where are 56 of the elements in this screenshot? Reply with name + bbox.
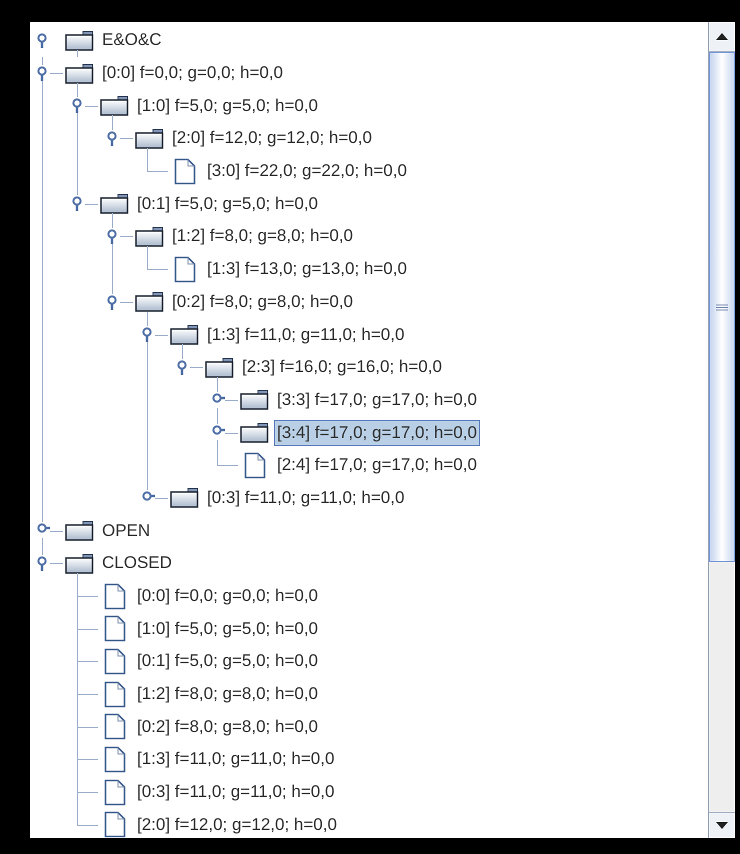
tree-node-label[interactable]: [2:3] f=16,0; g=16,0; h=0,0 bbox=[239, 354, 445, 380]
document-icon bbox=[104, 680, 126, 708]
tree-node-label[interactable]: [0:1] f=5,0; g=5,0; h=0,0 bbox=[134, 190, 322, 217]
tree-node-label[interactable]: [1:3] f=13,0; g=13,0; h=0,0 bbox=[204, 256, 410, 282]
folder-icon bbox=[205, 356, 234, 378]
tree-node-label[interactable]: [0:3] f=11,0; g=11,0; h=0,0 bbox=[204, 484, 408, 511]
tree-node-label[interactable]: [1:0] f=5,0; g=5,0; h=0,0 bbox=[134, 92, 322, 119]
folder-icon bbox=[65, 62, 94, 84]
tree-node-label[interactable]: [0:1] f=5,0; g=5,0; h=0,0 bbox=[134, 648, 322, 674]
scrollbar[interactable] bbox=[708, 22, 735, 838]
folder-icon bbox=[170, 324, 199, 346]
scroll-thumb[interactable] bbox=[709, 52, 735, 562]
tree-node-label[interactable]: [0:0] f=0,0; g=0,0; h=0,0 bbox=[99, 60, 286, 86]
folder-icon bbox=[135, 291, 164, 312]
tree-node-label[interactable]: E&O&C bbox=[99, 27, 165, 54]
tree-node-label[interactable]: [0:2] f=8,0; g=8,0; h=0,0 bbox=[134, 714, 322, 740]
tree-node-label[interactable]: [1:0] f=5,0; g=5,0; h=0,0 bbox=[134, 616, 322, 642]
document-icon bbox=[104, 648, 126, 675]
folder-icon bbox=[65, 30, 94, 51]
document-icon bbox=[104, 713, 126, 740]
grip-icon bbox=[716, 304, 728, 310]
tree-node-label[interactable]: OPEN bbox=[99, 518, 154, 544]
up-arrow-icon bbox=[716, 33, 728, 40]
document-icon bbox=[104, 615, 126, 642]
tree-node-label[interactable]: [0:2] f=8,0; g=8,0; h=0,0 bbox=[169, 288, 356, 315]
tree-node-label[interactable]: [1:3] f=11,0; g=11,0; h=0,0 bbox=[134, 746, 338, 772]
document-icon bbox=[104, 778, 126, 806]
tree-node-label[interactable]: CLOSED bbox=[99, 550, 175, 576]
tree-node-label[interactable]: [1:2] f=8,0; g=8,0; h=0,0 bbox=[134, 681, 322, 708]
tree-node-label[interactable]: [3:4] f=17,0; g=17,0; h=0,0 bbox=[274, 420, 480, 446]
folder-icon bbox=[240, 389, 269, 410]
tree-node-label[interactable]: [3:3] f=17,0; g=17,0; h=0,0 bbox=[274, 386, 480, 413]
tree-node-label[interactable]: [0:0] f=0,0; g=0,0; h=0,0 bbox=[134, 583, 322, 610]
down-arrow-icon bbox=[716, 822, 728, 829]
folder-icon bbox=[100, 95, 129, 116]
folder-icon bbox=[65, 552, 94, 574]
tree-node-label[interactable]: [2:0] f=12,0; g=12,0; h=0,0 bbox=[134, 812, 340, 838]
scroll-up-button[interactable] bbox=[709, 22, 735, 52]
tree-node-label[interactable]: [0:3] f=11,0; g=11,0; h=0,0 bbox=[134, 779, 338, 806]
folder-icon bbox=[65, 520, 94, 542]
folder-icon bbox=[100, 193, 129, 214]
folder-icon bbox=[240, 422, 269, 444]
folder-icon bbox=[135, 128, 164, 149]
document-icon bbox=[174, 158, 196, 185]
tree-node-label[interactable]: [1:2] f=8,0; g=8,0; h=0,0 bbox=[169, 223, 356, 250]
document-icon bbox=[174, 256, 196, 283]
tree-node-label[interactable]: [3:0] f=22,0; g=22,0; h=0,0 bbox=[204, 158, 410, 184]
folder-icon bbox=[135, 226, 164, 247]
tree-node-label[interactable]: [2:0] f=12,0; g=12,0; h=0,0 bbox=[169, 125, 375, 152]
folder-icon bbox=[170, 487, 199, 508]
document-icon bbox=[244, 452, 266, 479]
document-icon bbox=[104, 746, 126, 773]
tree-node-label[interactable]: [2:4] f=17,0; g=17,0; h=0,0 bbox=[274, 452, 480, 478]
tree-node-label[interactable]: [1:3] f=11,0; g=11,0; h=0,0 bbox=[204, 322, 408, 348]
scroll-down-button[interactable] bbox=[709, 812, 735, 838]
document-icon bbox=[104, 582, 126, 610]
